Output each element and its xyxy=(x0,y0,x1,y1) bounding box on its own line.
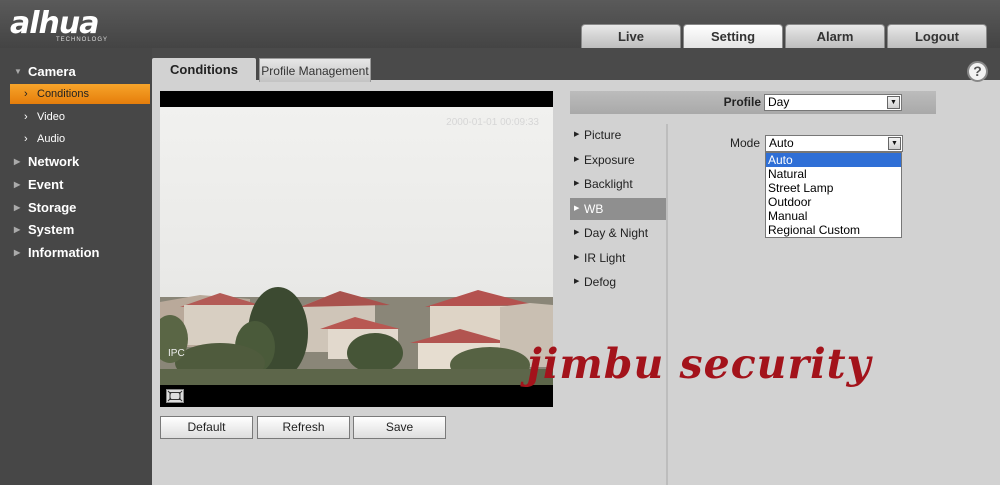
tab-alarm[interactable]: Alarm xyxy=(785,24,885,48)
profile-label: Profile xyxy=(723,95,761,109)
menu-item-backlight[interactable]: ▶ Backlight xyxy=(570,173,666,195)
tab-logout[interactable]: Logout xyxy=(887,24,987,48)
chevron-right-icon: › xyxy=(24,111,28,123)
sidebar-subitem-label: Audio xyxy=(37,133,66,145)
brand-logo-wordmark: alhua xyxy=(10,6,99,41)
watermark-text: jimbu security xyxy=(527,340,872,388)
menu-item-wb[interactable]: ▶ WB xyxy=(570,198,666,220)
profile-bar: Profile Day ▼ xyxy=(570,91,936,114)
video-osd-label: IPC xyxy=(168,348,185,359)
sidebar-subitem-audio[interactable]: › Audio xyxy=(10,129,150,149)
menu-divider xyxy=(666,124,668,485)
triangle-right-icon: ▶ xyxy=(574,156,580,163)
triangle-right-icon: ▶ xyxy=(574,229,580,236)
profile-select-value: Day xyxy=(768,95,790,109)
mode-option-outdoor[interactable]: Outdoor xyxy=(766,195,901,209)
video-preview: 2000-01-01 00:09:33 IPC xyxy=(160,91,553,407)
tab-setting[interactable]: Setting xyxy=(683,24,783,48)
triangle-right-icon: ▶ xyxy=(574,205,580,212)
sidebar-item-label: System xyxy=(28,222,75,237)
triangle-right-icon: ▶ xyxy=(574,278,580,285)
mode-option-street-lamp[interactable]: Street Lamp xyxy=(766,181,901,195)
triangle-right-icon: ▶ xyxy=(14,225,21,234)
sidebar-item-label: Camera xyxy=(28,64,76,79)
mode-option-auto[interactable]: Auto xyxy=(766,153,901,167)
menu-item-label: Day & Night xyxy=(584,226,649,240)
default-button[interactable]: Default xyxy=(160,416,253,439)
video-timestamp: 2000-01-01 00:09:33 xyxy=(446,117,539,128)
triangle-down-icon: ▼ xyxy=(14,67,22,76)
triangle-right-icon: ▶ xyxy=(14,180,21,189)
menu-item-label: Picture xyxy=(584,128,622,142)
sidebar-item-information[interactable]: ▶ Information xyxy=(0,242,152,264)
sidebar-item-label: Storage xyxy=(28,200,77,215)
chevron-down-icon: ▼ xyxy=(888,137,901,150)
chevron-down-icon: ▼ xyxy=(887,96,900,109)
sidebar-item-label: Event xyxy=(28,177,64,192)
sidebar-subitem-label: Conditions xyxy=(37,88,89,100)
mode-select-value: Auto xyxy=(769,136,794,150)
triangle-right-icon: ▶ xyxy=(574,180,580,187)
mode-option-manual[interactable]: Manual xyxy=(766,209,901,223)
triangle-right-icon: ▶ xyxy=(574,254,580,261)
profile-select[interactable]: Day ▼ xyxy=(764,94,902,111)
sidebar-item-storage[interactable]: ▶ Storage xyxy=(0,197,152,219)
triangle-right-icon: ▶ xyxy=(14,203,21,212)
tab-live[interactable]: Live xyxy=(581,24,681,48)
mode-option-natural[interactable]: Natural xyxy=(766,167,901,181)
triangle-right-icon: ▶ xyxy=(14,248,21,257)
chevron-right-icon: › xyxy=(24,88,28,100)
mode-label: Mode xyxy=(729,136,760,150)
brand-logo: alhua TECHNOLOGY xyxy=(10,6,135,46)
top-header: alhua TECHNOLOGY Live Setting Alarm Logo… xyxy=(0,0,1000,48)
sidebar-item-event[interactable]: ▶ Event xyxy=(0,174,152,196)
video-frame: 2000-01-01 00:09:33 IPC xyxy=(160,107,553,385)
menu-item-label: Backlight xyxy=(584,177,633,191)
menu-item-label: IR Light xyxy=(584,251,626,265)
menu-item-label: WB xyxy=(584,202,604,216)
mode-select[interactable]: Auto ▼ xyxy=(765,135,903,152)
sidebar-subitem-conditions[interactable]: › Conditions xyxy=(10,84,150,104)
sidebar-item-network[interactable]: ▶ Network xyxy=(0,151,152,173)
menu-item-ir-light[interactable]: ▶ IR Light xyxy=(570,247,666,269)
menu-item-label: Defog xyxy=(584,275,617,289)
triangle-right-icon: ▶ xyxy=(574,131,580,138)
tab-profile-management[interactable]: Profile Management xyxy=(259,58,371,82)
help-icon[interactable]: ? xyxy=(967,61,988,82)
sidebar-subitem-label: Video xyxy=(37,111,65,123)
refresh-button[interactable]: Refresh xyxy=(257,416,350,439)
menu-item-label: Exposure xyxy=(584,153,635,167)
menu-item-picture[interactable]: ▶ Picture xyxy=(570,124,666,146)
fullscreen-icon[interactable] xyxy=(166,389,184,403)
triangle-right-icon: ▶ xyxy=(14,157,21,166)
sidebar-item-label: Network xyxy=(28,154,80,169)
sidebar-item-camera[interactable]: ▼ Camera xyxy=(0,61,152,83)
sidebar-item-label: Information xyxy=(28,245,100,260)
menu-item-day-night[interactable]: ▶ Day & Night xyxy=(570,222,666,244)
sidebar-item-system[interactable]: ▶ System xyxy=(0,219,152,241)
fullscreen-glyph xyxy=(167,390,183,402)
mode-option-regional-custom[interactable]: Regional Custom xyxy=(766,223,901,237)
mode-dropdown-list: Auto Natural Street Lamp Outdoor Manual … xyxy=(765,152,902,238)
brand-logo-subtitle: TECHNOLOGY xyxy=(56,37,109,43)
camera-scene-image xyxy=(160,107,553,385)
menu-item-exposure[interactable]: ▶ Exposure xyxy=(570,149,666,171)
menu-item-defog[interactable]: ▶ Defog xyxy=(570,271,666,293)
tab-conditions[interactable]: Conditions xyxy=(152,58,256,82)
save-button[interactable]: Save xyxy=(353,416,446,439)
chevron-right-icon: › xyxy=(24,133,28,145)
sidebar-subitem-video[interactable]: › Video xyxy=(10,107,150,127)
